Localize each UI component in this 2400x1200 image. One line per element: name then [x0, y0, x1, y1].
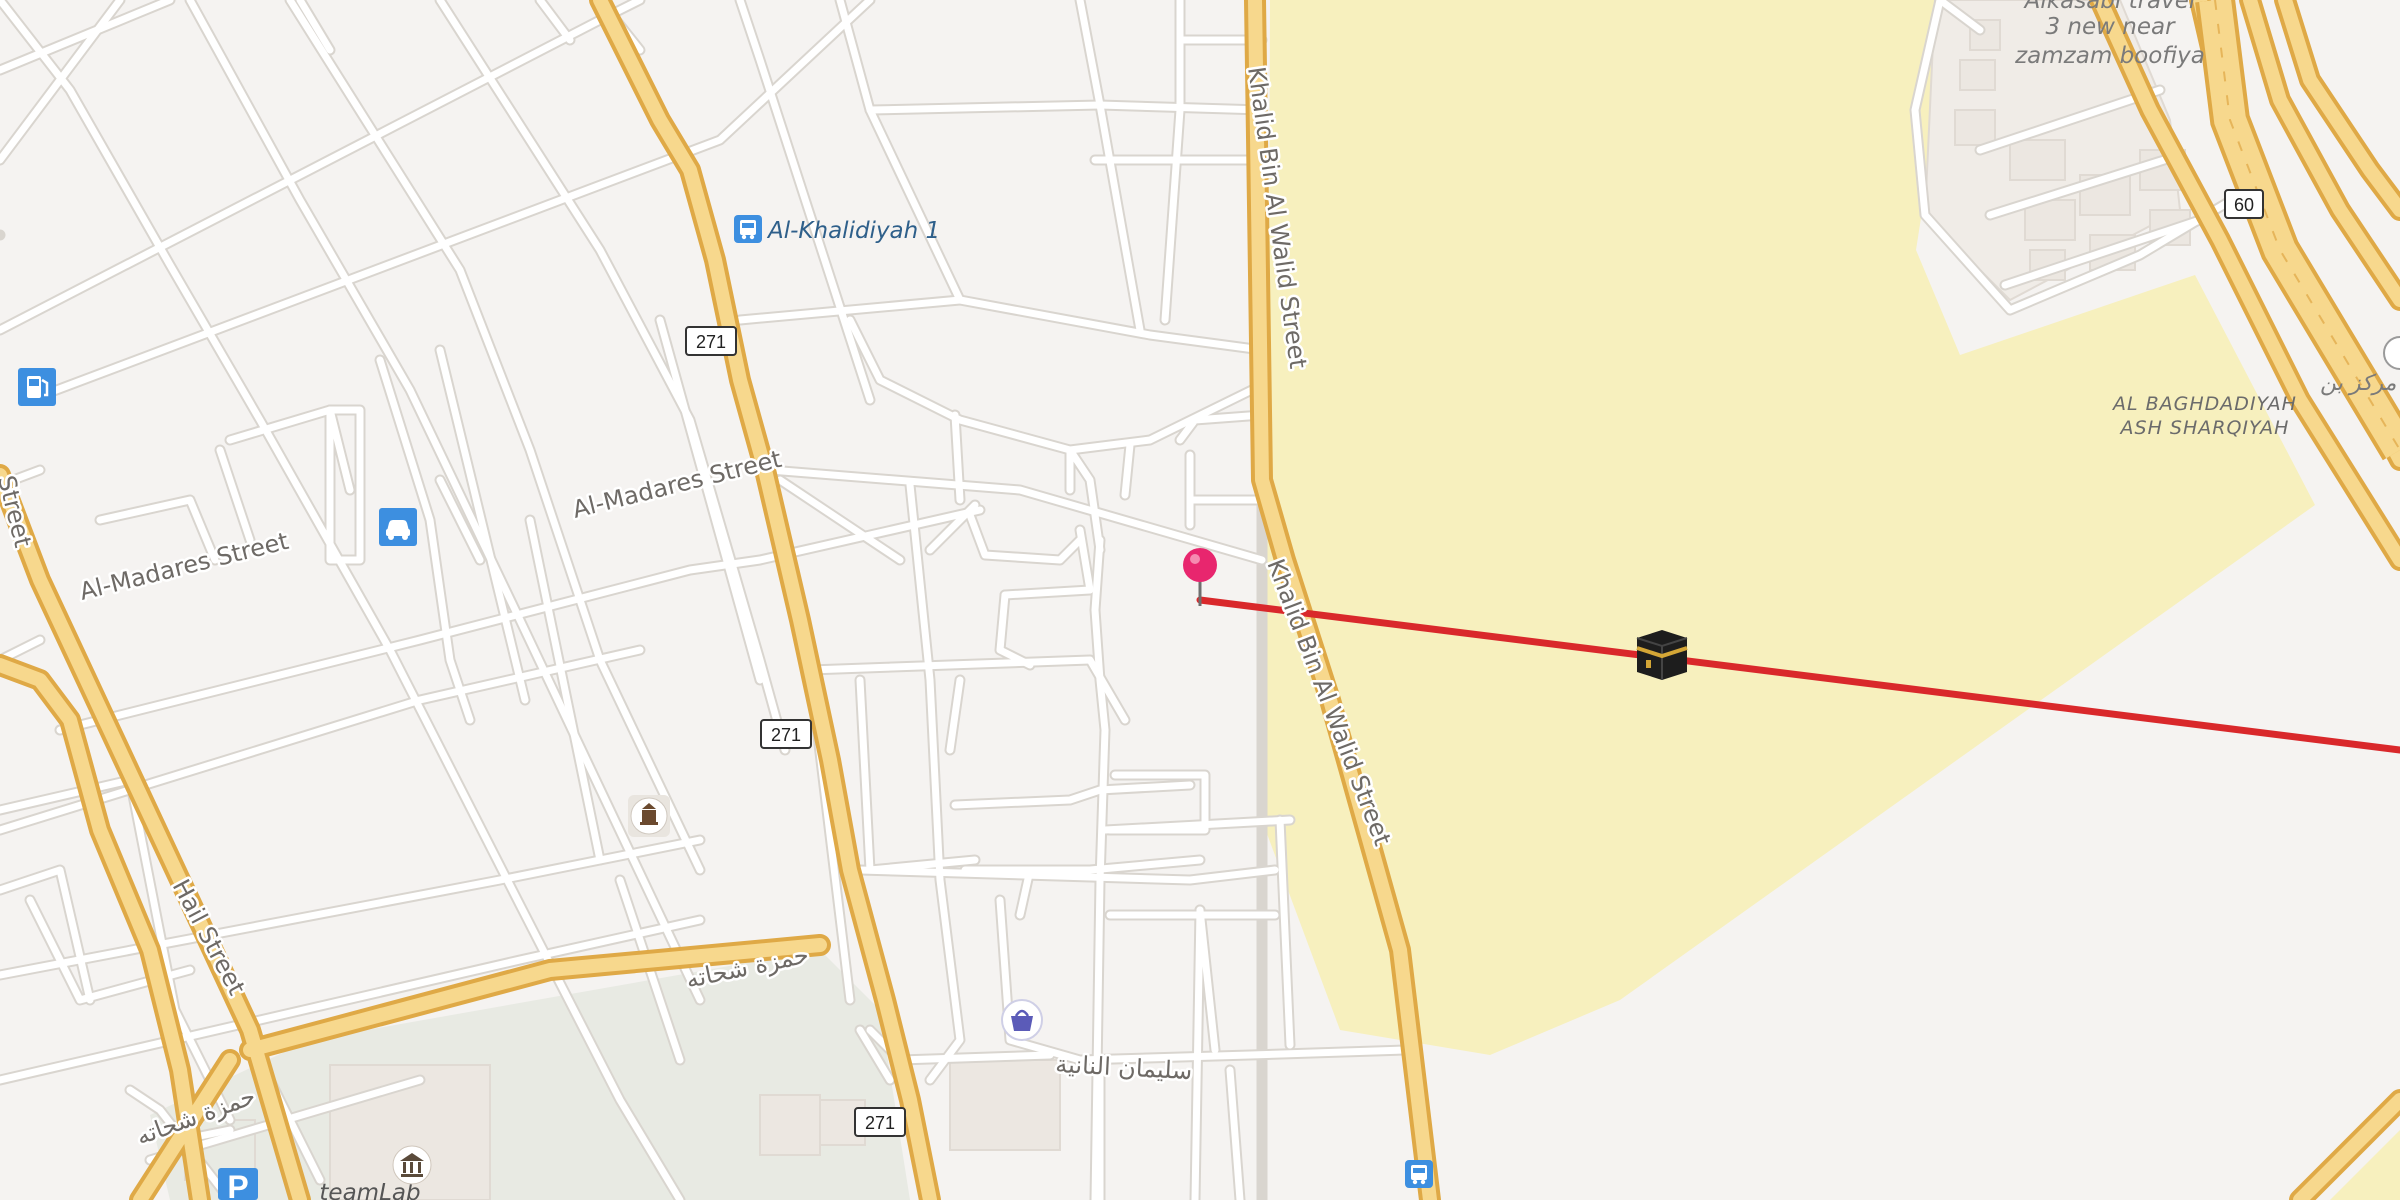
route-shield-271-middle: 271 — [760, 719, 812, 749]
svg-text:271: 271 — [771, 725, 801, 745]
museum-teamlab-icon[interactable] — [392, 1145, 432, 1185]
travel-agency-line-1: Alkasabi travel — [2023, 0, 2196, 14]
parking-icon[interactable]: P — [218, 1168, 258, 1200]
map-canvas[interactable]: Khalid Bin Al Walid Street Khalid Bin Al… — [0, 0, 2400, 1200]
travel-agency-line-3: zamzam boofiya — [2014, 43, 2205, 69]
bus-stop-label-khalidiyah[interactable]: Al-Khalidiyah 1 — [766, 218, 940, 244]
route-shield-271-bottom: 271 — [854, 1107, 906, 1137]
svg-text:271: 271 — [696, 332, 726, 352]
fuel-station-icon[interactable] — [18, 368, 56, 406]
district-label-line-1: AL BAGHDADIYAH — [2111, 393, 2297, 415]
kaaba-icon[interactable] — [1636, 630, 1688, 680]
route-shield-271-top: 271 — [685, 326, 737, 356]
bus-stop-icon-bottom[interactable] — [1405, 1160, 1433, 1188]
svg-text:60: 60 — [2234, 195, 2254, 215]
car-rental-icon[interactable] — [379, 508, 417, 546]
museum-icon[interactable] — [628, 795, 670, 837]
arabic-center-label[interactable]: مركز بن — [2320, 371, 2397, 396]
route-shield-60: 60 — [2224, 189, 2264, 219]
bus-stop-icon[interactable] — [734, 215, 762, 243]
map-view[interactable]: Khalid Bin Al Walid Street Khalid Bin Al… — [0, 0, 2400, 1200]
shopping-bag-icon[interactable] — [1001, 999, 1043, 1041]
district-label-line-2: ASH SHARQIYAH — [2119, 417, 2290, 439]
travel-agency-line-2: 3 new near — [2045, 14, 2176, 40]
svg-text:P: P — [227, 1169, 248, 1200]
svg-text:271: 271 — [865, 1113, 895, 1133]
